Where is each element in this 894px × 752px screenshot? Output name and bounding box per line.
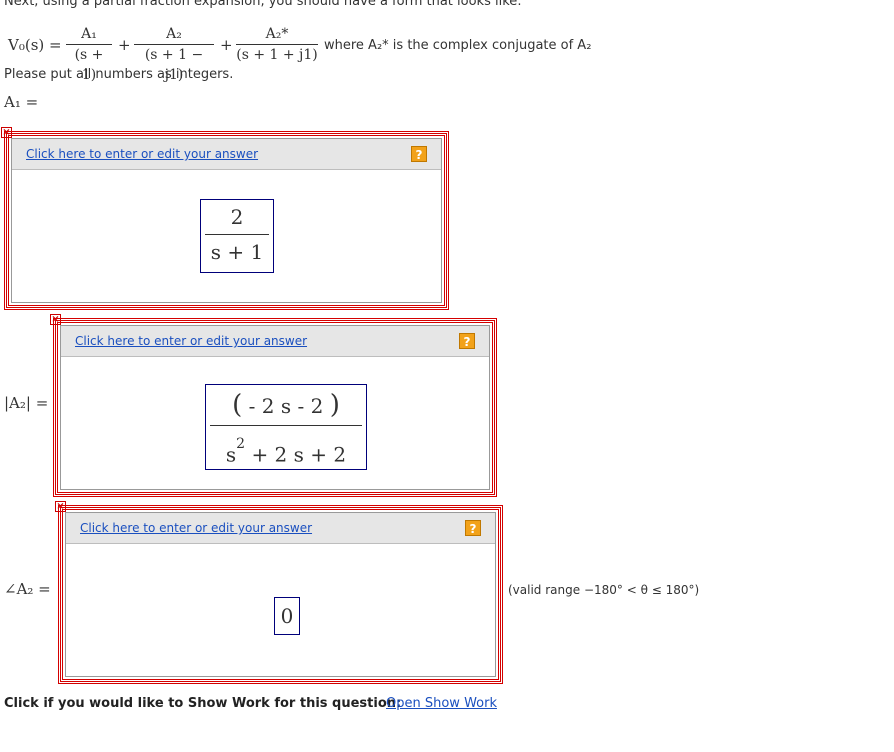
answer-toolbar: Click here to enter or edit your answer … (61, 326, 489, 357)
help-icon[interactable]: ? (465, 520, 481, 536)
term2-denominator: (s + 1 − j1) (144, 47, 204, 83)
term3-numerator: A₂* (265, 26, 289, 42)
integer-instruction: Please put all numbers as integers. (4, 67, 234, 82)
intro-text: Next, using a partial fraction expansion… (4, 0, 522, 9)
a2-denominator: s2 + 2 s + 2 (206, 426, 366, 467)
answer-toolbar: Click here to enter or edit your answer … (12, 139, 441, 170)
fraction-term-1: A₁ (s + 1) (66, 24, 112, 83)
a2-denominator-rest: + 2 s + 2 (251, 442, 347, 467)
edit-answer-link-a1[interactable]: Click here to enter or edit your answer (26, 147, 258, 161)
open-paren: ( (232, 390, 243, 420)
close-paren: ) (329, 390, 340, 420)
answer-display-a2-angle[interactable]: 0 (274, 597, 300, 635)
edit-answer-link-a2-magnitude[interactable]: Click here to enter or edit your answer (75, 334, 307, 348)
a1-denominator: s + 1 (210, 240, 264, 264)
equation-lhs: V₀(s) = (8, 36, 62, 54)
fraction-term-2: A₂ (s + 1 − j1) (134, 24, 214, 83)
plus-sign: + (220, 36, 233, 54)
answer-display-a1[interactable]: 2 s + 1 (200, 199, 274, 273)
open-show-work-link[interactable]: Open Show Work (386, 696, 497, 711)
term2-numerator: A₂ (166, 26, 182, 42)
answer-widget-a2-angle: Click here to enter or edit your answer … (58, 505, 503, 684)
show-work-prompt: Click if you would like to Show Work for… (4, 696, 402, 711)
a2-numerator-body: - 2 s - 2 (248, 394, 324, 418)
valid-range-note: (valid range −180° < θ ≤ 180°) (508, 583, 700, 597)
a2-numerator: ( - 2 s - 2 ) (206, 385, 366, 425)
term1-denominator: (s + 1) (74, 47, 104, 83)
answer-widget-a2-magnitude: Click here to enter or edit your answer … (53, 318, 497, 497)
term1-numerator: A₁ (81, 26, 97, 42)
a2-magnitude-label: |A₂| = (4, 394, 49, 412)
edit-answer-link-a2-angle[interactable]: Click here to enter or edit your answer (80, 521, 312, 535)
a2-denominator-exponent: 2 (236, 436, 246, 452)
term3-denominator: (s + 1 + j1) (236, 47, 318, 63)
answer-display-a2-magnitude[interactable]: ( - 2 s - 2 ) s2 + 2 s + 2 (205, 384, 367, 470)
partial-fraction-equation: V₀(s) = A₁ (s + 1) + A₂ (s + 1 − j1) + A… (8, 24, 728, 83)
fraction-term-3: A₂* (s + 1 + j1) (236, 24, 318, 65)
a1-label: A₁ = (4, 93, 39, 111)
a1-numerator: 2 (230, 205, 244, 229)
plus-sign: + (118, 36, 131, 54)
a2-angle-label: ∠A₂ = (4, 580, 51, 598)
answer-widget-a1: Click here to enter or edit your answer … (4, 131, 449, 310)
a2-denominator-base: s (225, 442, 237, 467)
help-icon[interactable]: ? (411, 146, 427, 162)
conjugate-note: where A₂* is the complex conjugate of A₂ (324, 38, 592, 53)
answer-toolbar: Click here to enter or edit your answer … (66, 513, 495, 544)
help-icon[interactable]: ? (459, 333, 475, 349)
